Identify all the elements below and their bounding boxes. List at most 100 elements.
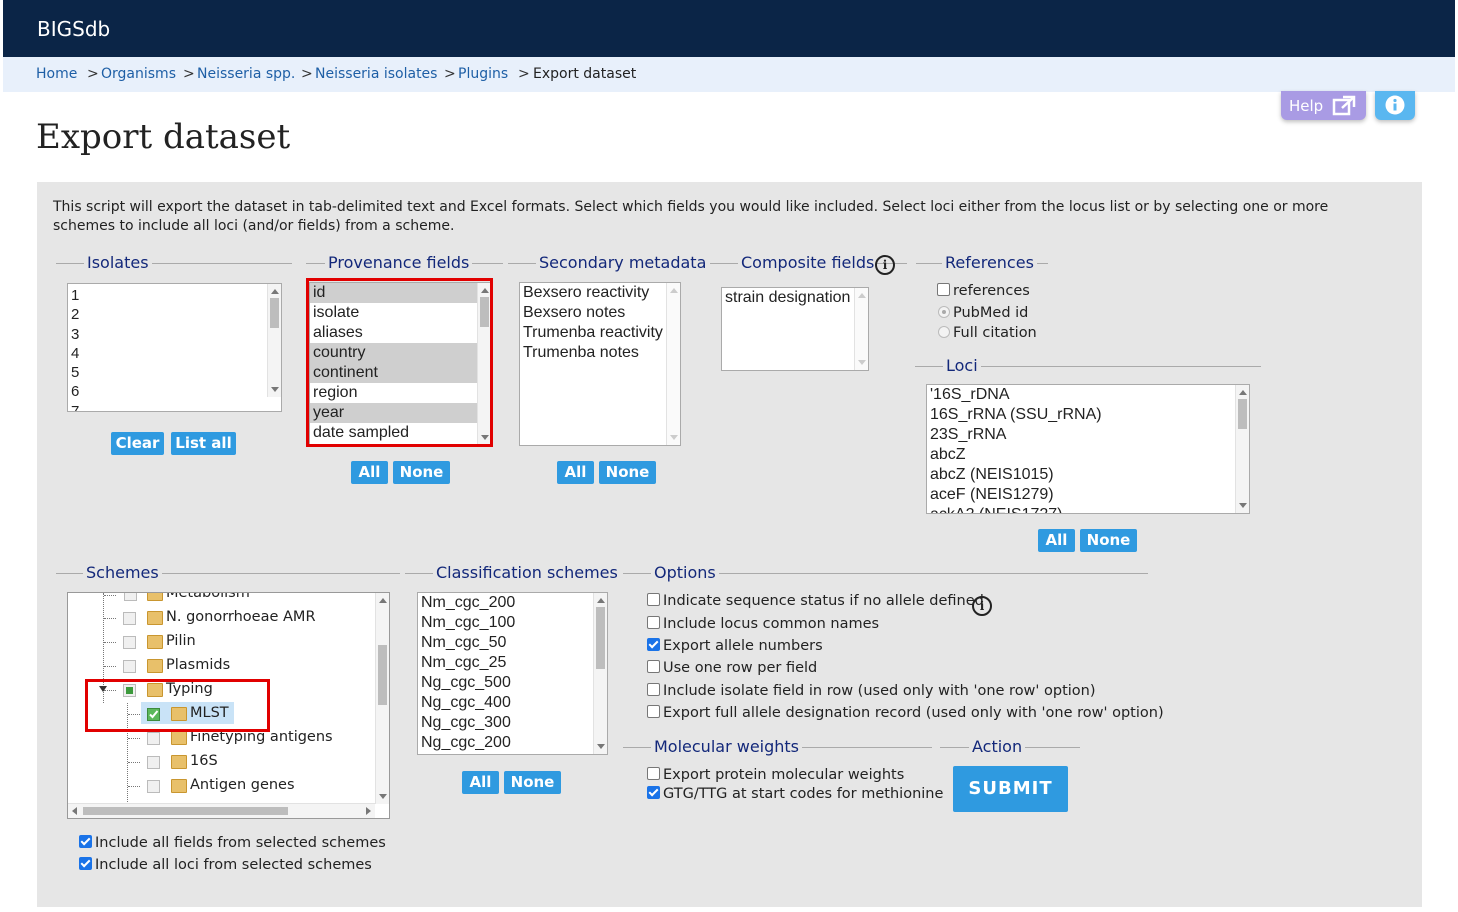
list-item[interactable]: Nm_cgc_200 bbox=[418, 593, 607, 613]
list-item[interactable]: abcZ (NEIS1015) bbox=[927, 465, 1249, 485]
list-item[interactable]: Nm_cgc_100 bbox=[418, 613, 607, 633]
provenance-none-button[interactable]: None bbox=[393, 461, 450, 484]
tree-checkbox[interactable] bbox=[123, 636, 136, 649]
list-item[interactable]: Ng_cgc_400 bbox=[418, 693, 607, 713]
breadcrumb-plugins[interactable]: Plugins bbox=[458, 66, 508, 82]
list-item[interactable]: abcZ bbox=[927, 445, 1249, 465]
classification-select[interactable]: Nm_cgc_200 Nm_cgc_100 Nm_cgc_50 Nm_cgc_2… bbox=[417, 592, 608, 755]
list-item[interactable]: Bexsero reactivity bbox=[520, 283, 680, 303]
info-icon[interactable]: i bbox=[972, 596, 992, 616]
secondary-metadata-select[interactable]: Bexsero reactivity Bexsero notes Trumenb… bbox=[519, 282, 681, 446]
classification-legend: Classification schemes bbox=[433, 563, 621, 583]
composite-fields-select[interactable]: strain designation bbox=[721, 287, 869, 371]
breadcrumb-separator: > bbox=[183, 66, 195, 82]
list-item[interactable]: Ng_cgc_200 bbox=[418, 733, 607, 753]
submit-button[interactable]: SUBMIT bbox=[953, 766, 1068, 812]
tree-node-antigen-genes[interactable]: Antigen genes bbox=[190, 774, 295, 796]
list-item[interactable]: Ng_cgc_300 bbox=[418, 713, 607, 733]
list-item[interactable]: Nm_cgc_25 bbox=[418, 653, 607, 673]
checkbox-box bbox=[79, 835, 92, 848]
full-citation-radio[interactable]: Full citation bbox=[938, 325, 1037, 341]
list-item: 2 bbox=[71, 306, 80, 324]
list-item[interactable]: '16S_rDNA bbox=[927, 385, 1249, 405]
tree-node-ngonorrhoeae-amr[interactable]: N. gonorrhoeae AMR bbox=[166, 606, 316, 628]
option-one-row-per-field[interactable]: Use one row per field bbox=[647, 660, 817, 676]
breadcrumb-neisseria-spp[interactable]: Neisseria spp. bbox=[197, 66, 295, 82]
info-button[interactable] bbox=[1375, 91, 1415, 120]
secondary-none-button[interactable]: None bbox=[599, 461, 656, 484]
horizontal-scrollbar[interactable] bbox=[68, 803, 375, 818]
list-item[interactable]: Bexsero notes bbox=[520, 303, 680, 323]
scrollbar[interactable] bbox=[593, 593, 607, 754]
folder-icon bbox=[171, 779, 187, 793]
loci-all-button[interactable]: All bbox=[1038, 529, 1075, 552]
clear-button[interactable]: Clear bbox=[111, 432, 164, 455]
references-legend: References bbox=[942, 253, 1037, 273]
external-link-icon bbox=[1332, 95, 1356, 116]
loci-select[interactable]: '16S_rDNA 16S_rRNA (SSU_rRNA) 23S_rRNA a… bbox=[926, 384, 1250, 514]
action-fieldset: Action bbox=[940, 737, 1080, 757]
list-item: 4 bbox=[71, 344, 80, 362]
list-item[interactable]: aceF (NEIS1279) bbox=[927, 485, 1249, 505]
option-isolate-field-in-row[interactable]: Include isolate field in row (used only … bbox=[647, 683, 1096, 699]
checkbox-box bbox=[647, 767, 660, 780]
breadcrumb-home[interactable]: Home bbox=[36, 66, 77, 82]
tree-node-plasmids[interactable]: Plasmids bbox=[166, 654, 230, 676]
option-label: Include locus common names bbox=[663, 616, 880, 632]
gtg-ttg-checkbox[interactable]: GTG/TTG at start codes for methionine bbox=[647, 786, 943, 802]
option-sequence-status[interactable]: Indicate sequence status if no allele de… bbox=[647, 593, 984, 609]
include-loci-checkbox[interactable]: Include all loci from selected schemes bbox=[79, 857, 372, 873]
breadcrumb-current: Export dataset bbox=[533, 66, 637, 82]
option-locus-common-names[interactable]: Include locus common names bbox=[647, 616, 879, 632]
brand-logo[interactable]: BIGSdb bbox=[37, 17, 110, 41]
help-button[interactable]: Help bbox=[1281, 91, 1366, 120]
pubmed-radio[interactable]: PubMed id bbox=[938, 305, 1028, 321]
tree-node-16s[interactable]: 16S bbox=[190, 750, 218, 772]
folder-icon bbox=[147, 659, 163, 673]
scrollbar[interactable] bbox=[267, 284, 281, 397]
list-item: 6 bbox=[71, 383, 80, 401]
tree-checkbox[interactable] bbox=[123, 660, 136, 673]
option-label: Use one row per field bbox=[663, 660, 818, 676]
isolates-legend: Isolates bbox=[84, 253, 152, 273]
scrollbar[interactable] bbox=[854, 288, 868, 370]
tree-checkbox[interactable] bbox=[147, 780, 160, 793]
tree-checkbox[interactable] bbox=[147, 732, 160, 745]
tree-node-metabolism[interactable]: Metabolism bbox=[166, 593, 250, 604]
list-item[interactable]: ackA2 (NEIS1727) bbox=[927, 505, 1249, 513]
isolates-textarea[interactable]: 1 2 3 4 5 6 7 bbox=[67, 283, 282, 412]
references-checkbox[interactable]: references bbox=[937, 283, 1030, 299]
scrollbar[interactable] bbox=[666, 283, 680, 445]
checkbox-label: references bbox=[953, 283, 1030, 299]
scrollbar[interactable] bbox=[375, 593, 389, 804]
list-item[interactable]: Nm_cgc_50 bbox=[418, 633, 607, 653]
classification-none-button[interactable]: None bbox=[504, 771, 561, 794]
tree-node-pilin[interactable]: Pilin bbox=[166, 630, 196, 652]
option-label: Indicate sequence status if no allele de… bbox=[663, 593, 984, 609]
intro-text: This script will export the dataset in t… bbox=[53, 199, 1329, 234]
list-item[interactable]: 16S_rRNA (SSU_rRNA) bbox=[927, 405, 1249, 425]
breadcrumb-separator: > bbox=[444, 66, 456, 82]
option-export-allele-numbers[interactable]: Export allele numbers bbox=[647, 638, 823, 654]
info-icon[interactable]: i bbox=[875, 255, 895, 275]
option-full-allele-record[interactable]: Export full allele designation record (u… bbox=[647, 705, 1164, 721]
loci-none-button[interactable]: None bbox=[1080, 529, 1137, 552]
molecular-weights-checkbox[interactable]: Export protein molecular weights bbox=[647, 767, 904, 783]
breadcrumb-organisms[interactable]: Organisms bbox=[101, 66, 176, 82]
list-all-button[interactable]: List all bbox=[171, 432, 236, 455]
tree-checkbox[interactable] bbox=[123, 612, 136, 625]
scrollbar[interactable] bbox=[1235, 385, 1249, 513]
classification-all-button[interactable]: All bbox=[462, 771, 499, 794]
provenance-all-button[interactable]: All bbox=[351, 461, 388, 484]
include-fields-checkbox[interactable]: Include all fields from selected schemes bbox=[79, 835, 386, 851]
secondary-all-button[interactable]: All bbox=[557, 461, 594, 484]
list-item[interactable]: Trumenba notes bbox=[520, 343, 680, 363]
options-legend: Options bbox=[651, 563, 719, 583]
tree-checkbox[interactable] bbox=[147, 756, 160, 769]
classification-fieldset: Classification schemes bbox=[405, 563, 621, 583]
list-item[interactable]: Ng_cgc_500 bbox=[418, 673, 607, 693]
list-item[interactable]: 23S_rRNA bbox=[927, 425, 1249, 445]
breadcrumb-neisseria-isolates[interactable]: Neisseria isolates bbox=[315, 66, 437, 82]
list-item[interactable]: strain designation bbox=[722, 288, 868, 308]
list-item[interactable]: Trumenba reactivity bbox=[520, 323, 680, 343]
